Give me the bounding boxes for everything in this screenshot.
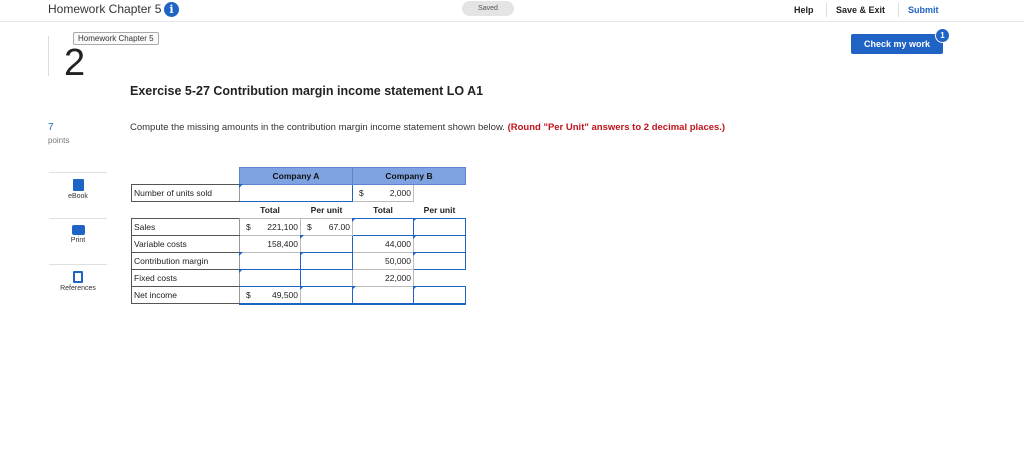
- ebook-label: eBook: [68, 193, 88, 200]
- info-icon[interactable]: i: [164, 2, 179, 17]
- table-row: Contribution margin 50,000: [131, 252, 466, 270]
- top-bar: Homework Chapter 5 i Saved Help Save & E…: [0, 0, 1024, 22]
- fixed-a-total-input[interactable]: [239, 269, 301, 287]
- submit-link[interactable]: Submit: [908, 5, 939, 15]
- company-a-header: Company A: [239, 167, 353, 185]
- company-b-per-unit-header: Per unit: [423, 204, 456, 215]
- sales-a-total: $ 221,100: [239, 218, 301, 236]
- currency-symbol: $: [359, 188, 364, 198]
- currency-symbol: $: [246, 222, 251, 232]
- ebook-button[interactable]: eBook: [49, 172, 107, 212]
- instruction-main: Compute the missing amounts in the contr…: [130, 122, 505, 133]
- help-link[interactable]: Help: [794, 5, 814, 15]
- contribution-b-unit-input[interactable]: [413, 252, 466, 270]
- row-label: Fixed costs: [131, 269, 240, 287]
- print-label: Print: [70, 237, 86, 244]
- row-label: Net income: [131, 286, 240, 304]
- company-b-units: 2,000: [389, 188, 411, 198]
- variable-a-total-value: 158,400: [267, 239, 298, 249]
- contribution-a-unit-input[interactable]: [300, 252, 353, 270]
- question-tooltip: Homework Chapter 5: [73, 32, 159, 45]
- net-income-a-total-value: 49,500: [272, 289, 298, 300]
- variable-b-total: 44,000: [352, 235, 414, 253]
- divider: [826, 3, 827, 17]
- row-label: Sales: [131, 218, 240, 236]
- check-count-badge: 1: [935, 28, 950, 43]
- divider: [898, 3, 899, 17]
- units-sold-label: Number of units sold: [131, 184, 240, 202]
- question-number: 2: [64, 42, 86, 84]
- net-income-a-total: $ 49,500: [239, 286, 301, 305]
- variable-a-total: 158,400: [239, 235, 301, 253]
- references-label: References: [60, 285, 96, 292]
- row-label: Contribution margin: [131, 252, 240, 270]
- company-b-total-header: Total: [373, 205, 393, 215]
- company-b-units-value: $ 2,000: [352, 184, 414, 202]
- contribution-b-total-value: 50,000: [385, 256, 411, 266]
- net-income-a-unit-input[interactable]: [300, 286, 353, 305]
- instruction-note: (Round "Per Unit" answers to 2 decimal p…: [507, 122, 726, 133]
- table-row: Fixed costs 22,000: [131, 269, 466, 287]
- sales-a-unit-value: 67.00: [328, 222, 350, 232]
- instruction-text: Compute the missing amounts in the contr…: [130, 122, 810, 134]
- references-icon: [73, 271, 83, 283]
- company-a-units-input[interactable]: [239, 184, 353, 202]
- sales-a-unit: $ 67.00: [300, 218, 353, 236]
- contribution-margin-table: Company A Company B Number of units sold…: [131, 167, 466, 305]
- exercise-title: Exercise 5-27 Contribution margin income…: [130, 84, 484, 98]
- table-row: Sales $ 221,100 $ 67.00: [131, 218, 466, 236]
- currency-symbol: $: [307, 222, 312, 232]
- contribution-b-total: 50,000: [352, 252, 414, 270]
- saved-status-badge: Saved: [462, 1, 514, 16]
- currency-symbol: $: [246, 289, 251, 300]
- sales-b-unit-input[interactable]: [413, 218, 466, 236]
- fixed-b-total: 22,000: [352, 269, 414, 287]
- sales-b-total-input[interactable]: [352, 218, 414, 236]
- points-value: 7: [48, 122, 54, 133]
- company-b-header: Company B: [352, 167, 466, 185]
- references-button[interactable]: References: [49, 264, 107, 304]
- variable-b-total-value: 44,000: [385, 239, 411, 249]
- book-icon: [72, 179, 84, 191]
- save-exit-link[interactable]: Save & Exit: [836, 5, 885, 15]
- sales-a-total-value: 221,100: [267, 222, 298, 232]
- table-row: Net income $ 49,500: [131, 286, 466, 305]
- company-a-per-unit-header: Per unit: [310, 205, 343, 215]
- variable-a-unit-input[interactable]: [300, 235, 353, 253]
- table-row: Variable costs 158,400 44,000: [131, 235, 466, 253]
- print-button[interactable]: Print: [49, 218, 107, 258]
- row-label: Variable costs: [131, 235, 240, 253]
- net-income-b-total-input[interactable]: [352, 286, 414, 305]
- contribution-a-total-input[interactable]: [239, 252, 301, 270]
- assignment-title: Homework Chapter 5: [48, 2, 162, 16]
- points-label: points: [48, 136, 70, 145]
- fixed-b-total-value: 22,000: [385, 273, 411, 283]
- net-income-b-unit-input[interactable]: [413, 286, 466, 305]
- company-a-total-header: Total: [260, 205, 280, 215]
- variable-b-unit-input[interactable]: [413, 235, 466, 253]
- check-my-work-button[interactable]: Check my work: [851, 34, 943, 54]
- printer-icon: [71, 225, 85, 235]
